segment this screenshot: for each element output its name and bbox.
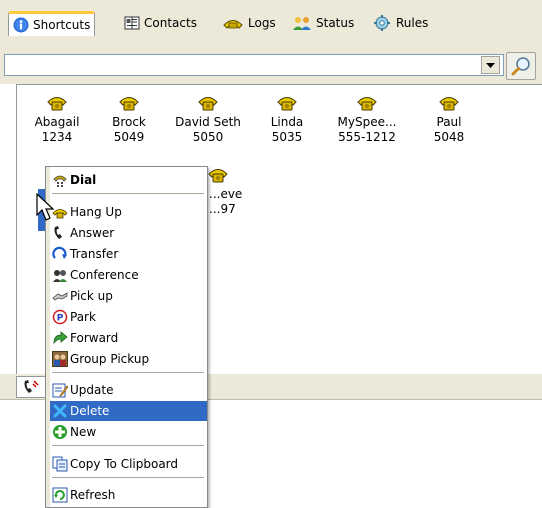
handset-icon bbox=[24, 380, 39, 393]
search-button[interactable] bbox=[506, 52, 536, 80]
phone-icon bbox=[357, 97, 377, 111]
menu-item-answer[interactable]: Answer bbox=[50, 223, 207, 243]
tab-label: Contacts bbox=[144, 16, 197, 30]
phone-icon bbox=[208, 169, 228, 183]
phone-log-icon bbox=[223, 20, 243, 29]
mouse-cursor-icon bbox=[36, 193, 55, 221]
park-icon: P bbox=[52, 309, 68, 325]
contact-number: 1234 bbox=[41, 130, 73, 144]
contact-name: MySpee... bbox=[337, 115, 397, 129]
contact-name: Brock bbox=[112, 115, 146, 129]
menu-item-label: Transfer bbox=[70, 247, 119, 261]
menu-item-hang-up[interactable]: Hang Up bbox=[50, 202, 207, 222]
menu-item-label: Answer bbox=[70, 226, 115, 240]
menu-item-park[interactable]: P Park bbox=[50, 307, 207, 327]
transfer-icon bbox=[52, 246, 67, 259]
contact-name: Linda bbox=[270, 115, 304, 129]
svg-text:P: P bbox=[57, 314, 64, 324]
menu-item-label: Update bbox=[70, 383, 114, 397]
menu-item-label: Copy To Clipboard bbox=[70, 457, 179, 471]
menu-item-label: Dial bbox=[70, 173, 97, 187]
contact-number: 5035 bbox=[271, 130, 303, 144]
phone-icon bbox=[277, 97, 297, 111]
tab-contacts[interactable]: Contacts bbox=[120, 12, 201, 34]
answer-icon bbox=[54, 226, 62, 239]
tab-label: Rules bbox=[396, 16, 429, 30]
tab-rules[interactable]: Rules bbox=[368, 12, 432, 34]
menu-item-label: Conference bbox=[70, 268, 139, 282]
clipboard-icon bbox=[52, 456, 68, 472]
contact-number: 5050 bbox=[192, 130, 224, 144]
tab-label: Logs bbox=[248, 16, 276, 30]
menu-item-group-pickup[interactable]: Group Pickup bbox=[50, 349, 207, 369]
contact-name: David Seth bbox=[175, 115, 241, 129]
menu-item-label: Hang Up bbox=[70, 205, 122, 219]
update-icon bbox=[52, 383, 68, 398]
menu-item-label: Delete bbox=[70, 404, 110, 418]
menu-separator bbox=[52, 193, 204, 194]
group-pickup-icon bbox=[52, 351, 68, 367]
contact-name: Paul bbox=[436, 115, 462, 129]
contact-number: 555-1212 bbox=[338, 130, 396, 144]
chevron-down-icon bbox=[486, 62, 495, 68]
magnifier-icon bbox=[511, 57, 530, 76]
delete-icon bbox=[53, 404, 67, 418]
contact-name: Abagail bbox=[34, 115, 80, 129]
shortcuts-view-button[interactable] bbox=[16, 376, 46, 398]
forward-icon bbox=[53, 331, 68, 345]
tab-label: Status bbox=[316, 16, 355, 30]
dial-icon bbox=[53, 175, 67, 187]
menu-item-update[interactable]: Update bbox=[50, 380, 207, 400]
search-input[interactable] bbox=[4, 54, 504, 76]
people-status-icon bbox=[293, 17, 311, 30]
menu-separator bbox=[52, 445, 204, 446]
contact-shortcut[interactable]: Abagail 1234 bbox=[25, 93, 89, 145]
contact-shortcut[interactable]: Linda 5035 bbox=[255, 93, 319, 145]
contact-shortcut[interactable]: Paul 5048 bbox=[417, 93, 481, 145]
info-icon bbox=[13, 17, 29, 33]
address-book-icon bbox=[124, 16, 140, 30]
menu-item-label: New bbox=[70, 425, 97, 439]
tab-shortcuts[interactable]: Shortcuts bbox=[8, 11, 96, 36]
tab-label: Shortcuts bbox=[33, 18, 91, 32]
menu-item-new[interactable]: New bbox=[50, 422, 207, 442]
menu-separator bbox=[52, 477, 204, 478]
menu-item-dial[interactable]: Dial bbox=[50, 170, 207, 190]
menu-separator bbox=[52, 372, 204, 373]
menu-item-label: Refresh bbox=[70, 488, 116, 502]
contact-shortcut[interactable]: David Seth 5050 bbox=[169, 93, 247, 145]
menu-item-conference[interactable]: Conference bbox=[50, 265, 207, 285]
pick-up-icon bbox=[52, 292, 68, 301]
menu-item-label: Group Pickup bbox=[70, 352, 150, 366]
refresh-icon bbox=[52, 487, 68, 503]
tab-status[interactable]: Status bbox=[288, 12, 358, 34]
menu-item-copy-to-clipboard[interactable]: Copy To Clipboard bbox=[50, 454, 207, 474]
menu-item-delete[interactable]: Delete bbox=[50, 401, 207, 421]
tab-strip: Shortcuts Contacts Logs Status Rules bbox=[0, 0, 542, 48]
menu-item-pick-up[interactable]: Pick up bbox=[50, 286, 207, 306]
phone-icon bbox=[119, 97, 139, 111]
menu-item-label: Forward bbox=[70, 331, 119, 345]
contact-number: 5048 bbox=[433, 130, 465, 144]
menu-item-label: Park bbox=[70, 310, 96, 324]
phone-icon bbox=[198, 97, 218, 111]
contact-shortcut[interactable]: Brock 5049 bbox=[97, 93, 161, 145]
phone-icon bbox=[47, 97, 67, 111]
conference-icon bbox=[53, 270, 67, 282]
new-icon bbox=[53, 425, 67, 439]
search-dropdown-button[interactable] bbox=[481, 56, 500, 74]
rules-gear-icon bbox=[374, 15, 390, 31]
contact-number: 5049 bbox=[113, 130, 145, 144]
contact-shortcut[interactable]: MySpee... 555-1212 bbox=[327, 93, 407, 145]
context-menu: Dial Hang Up Answer Transfer Conference bbox=[45, 166, 208, 508]
menu-item-transfer[interactable]: Transfer bbox=[50, 244, 207, 264]
menu-item-refresh[interactable]: Refresh bbox=[50, 485, 207, 505]
menu-item-label: Pick up bbox=[70, 289, 113, 303]
tab-logs[interactable]: Logs bbox=[218, 12, 280, 34]
phone-icon bbox=[439, 97, 459, 111]
menu-item-forward[interactable]: Forward bbox=[50, 328, 207, 348]
search-row bbox=[0, 48, 542, 84]
